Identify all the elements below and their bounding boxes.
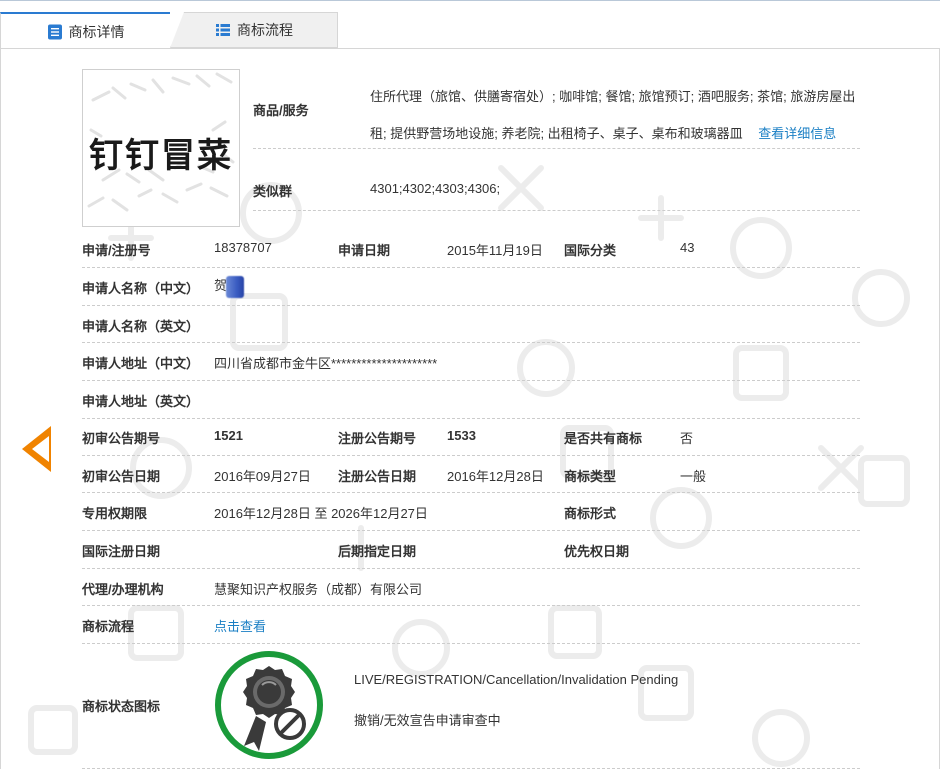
applicant-address-cn-value: 四川省成都市金牛区********************* bbox=[214, 356, 438, 371]
similar-group-label: 类似群 bbox=[253, 184, 293, 199]
list-icon bbox=[215, 22, 231, 38]
top-border-line bbox=[0, 0, 940, 1]
later-designation-date-label: 后期指定日期 bbox=[338, 544, 417, 559]
agent-label: 代理/办理机构 bbox=[82, 582, 164, 597]
row-divider bbox=[82, 492, 860, 493]
row-divider bbox=[82, 418, 860, 419]
row-divider bbox=[82, 530, 860, 531]
row-divider bbox=[82, 342, 860, 343]
tab-trademark-flow-label: 商标流程 bbox=[237, 22, 293, 38]
document-list-icon bbox=[47, 24, 63, 40]
row-divider bbox=[82, 305, 860, 306]
goods-services-value: 住所代理（旅馆、供膳寄宿处）; 咖啡馆; 餐馆; 旅馆预订; 酒吧服务; 茶馆;… bbox=[370, 78, 862, 152]
row-divider bbox=[82, 643, 860, 644]
tab-trademark-flow[interactable]: 商标流程 bbox=[170, 12, 338, 48]
apply-date-value: 2015年11月19日 bbox=[447, 243, 543, 258]
status-chinese-text: 撤销/无效宣告申请审查中 bbox=[354, 713, 501, 728]
reg-notice-no-label: 注册公告期号 bbox=[338, 431, 417, 446]
row-divider bbox=[82, 267, 860, 268]
goods-services-label: 商品/服务 bbox=[253, 103, 309, 118]
prelim-notice-date-label: 初审公告日期 bbox=[82, 469, 161, 484]
status-icon-label: 商标状态图标 bbox=[82, 699, 161, 714]
prelim-notice-date-value: 2016年09月27日 bbox=[214, 469, 311, 484]
trademark-image: 钉钉冒菜 bbox=[82, 69, 240, 227]
exclusive-period-value: 2016年12月28日 至 2026年12月27日 bbox=[214, 506, 428, 521]
shared-trademark-label: 是否共有商标 bbox=[564, 431, 643, 446]
row-divider bbox=[82, 380, 860, 381]
reg-no-value: 18378707 bbox=[214, 240, 272, 255]
applicant-name-cn-value: 贺 bbox=[214, 275, 245, 298]
reg-notice-date-value: 2016年12月28日 bbox=[447, 469, 544, 484]
applicant-name-cn-label: 申请人名称（中文） bbox=[82, 281, 200, 296]
trademark-type-value: 一般 bbox=[680, 469, 707, 484]
prelim-notice-no-value: 1521 bbox=[214, 428, 243, 443]
exclusive-period-label: 专用权期限 bbox=[82, 506, 148, 521]
view-flow-link[interactable]: 点击查看 bbox=[214, 616, 266, 635]
row-divider bbox=[253, 210, 860, 211]
tab-trademark-detail-label: 商标详情 bbox=[68, 23, 125, 40]
priority-date-label: 优先权日期 bbox=[564, 544, 630, 559]
trademark-type-label: 商标类型 bbox=[564, 469, 617, 484]
similar-group-value: 4301;4302;4303;4306; bbox=[370, 181, 501, 196]
apply-date-label: 申请日期 bbox=[338, 243, 391, 258]
redacted-blur bbox=[226, 275, 245, 298]
status-english-text: LIVE/REGISTRATION/Cancellation/Invalidat… bbox=[354, 672, 679, 687]
view-details-link[interactable]: 查看详细信息 bbox=[758, 126, 836, 141]
row-divider bbox=[253, 148, 860, 149]
applicant-address-en-label: 申请人地址（英文） bbox=[82, 394, 200, 409]
row-divider bbox=[82, 605, 860, 606]
trademark-mark-text: 钉钉冒菜 bbox=[89, 136, 233, 176]
reg-no-label: 申请/注册号 bbox=[82, 243, 151, 258]
shared-trademark-value: 否 bbox=[680, 431, 694, 446]
prelim-notice-no-label: 初审公告期号 bbox=[82, 431, 161, 446]
applicant-name-en-label: 申请人名称（英文） bbox=[82, 319, 200, 334]
applicant-address-cn-label: 申请人地址（中文） bbox=[82, 356, 200, 371]
trademark-flow-label: 商标流程 bbox=[82, 619, 135, 634]
row-divider bbox=[82, 455, 860, 456]
reg-notice-date-label: 注册公告日期 bbox=[338, 469, 417, 484]
row-divider bbox=[82, 568, 860, 569]
reg-notice-no-value: 1533 bbox=[447, 428, 476, 443]
intl-class-value: 43 bbox=[680, 240, 695, 255]
intl-class-label: 国际分类 bbox=[564, 243, 617, 258]
intl-reg-date-label: 国际注册日期 bbox=[82, 544, 161, 559]
status-badge-icon bbox=[214, 650, 324, 760]
trademark-form-label: 商标形式 bbox=[564, 506, 617, 521]
agent-value: 慧聚知识产权服务（成都）有限公司 bbox=[214, 582, 423, 597]
previous-arrow-icon[interactable] bbox=[22, 426, 51, 472]
tab-trademark-detail[interactable]: 商标详情 bbox=[0, 12, 171, 49]
